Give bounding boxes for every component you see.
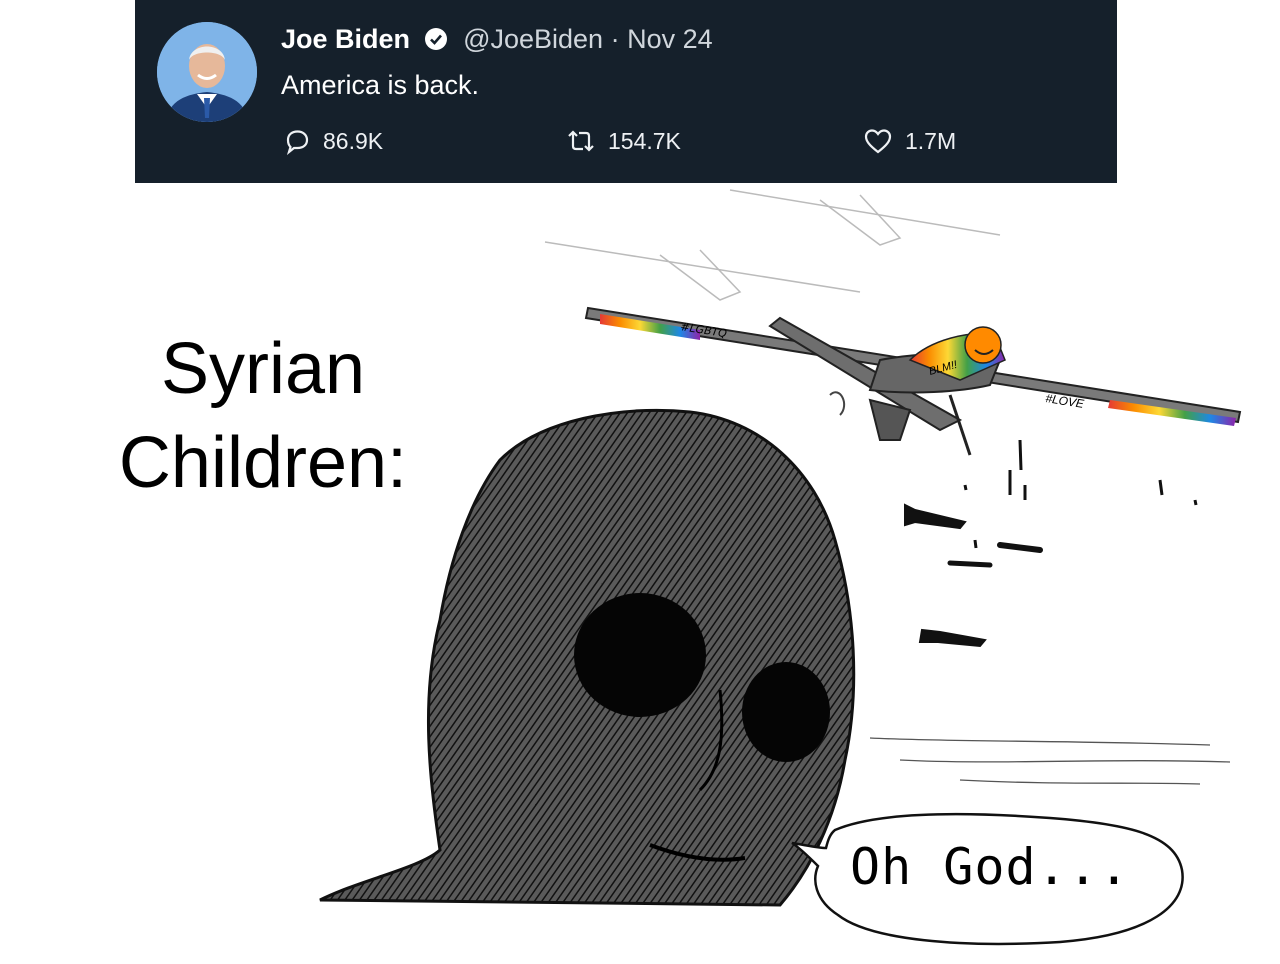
faint-drone [544,189,1001,301]
meme-illustration: #LGBTQ BLM!! #LOVE [319,189,1242,946]
ground-lines [869,737,1231,785]
speech-bubble-text: Oh God... [850,838,1130,896]
crying-wojak [319,408,856,907]
falling-bombs [904,439,1198,648]
